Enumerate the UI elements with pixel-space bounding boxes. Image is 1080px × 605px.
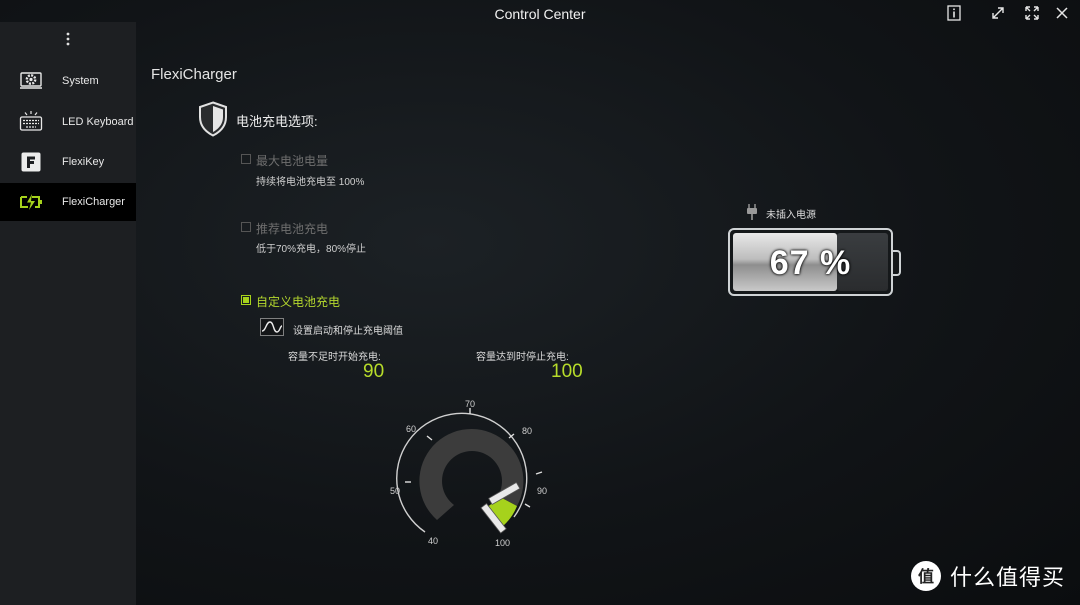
- max-battery-checkbox[interactable]: [241, 154, 251, 164]
- flexikey-icon: [18, 149, 44, 175]
- threshold-description: 设置启动和停止充电阈值: [293, 326, 403, 337]
- recommended-charge-label[interactable]: 推荐电池充电: [256, 220, 328, 237]
- sidebar-item-label: FlexiCharger: [62, 196, 125, 208]
- info-button[interactable]: [944, 4, 964, 22]
- custom-charge-checkbox[interactable]: [241, 295, 251, 305]
- title-bar: Control Center: [0, 0, 1080, 28]
- close-button[interactable]: [1052, 4, 1072, 22]
- sidebar: System LED Keyboard FlexiKey FlexiCharge…: [0, 22, 136, 605]
- charge-options-title: 电池充电选项:: [236, 114, 318, 129]
- svg-text:值: 值: [918, 567, 934, 586]
- power-status-text: 未插入电源: [766, 210, 816, 221]
- close-icon: [1056, 7, 1068, 19]
- gear-icon: [18, 68, 44, 94]
- sidebar-item-system[interactable]: System: [0, 62, 136, 100]
- gauge-tick-label: 90: [537, 486, 548, 496]
- fullscreen-button[interactable]: [1022, 4, 1042, 22]
- sidebar-item-flexicharger[interactable]: FlexiCharger: [0, 183, 136, 221]
- battery-indicator: 67 %: [728, 228, 893, 296]
- gauge-tick-label: 80: [522, 426, 533, 436]
- custom-charge-label[interactable]: 自定义电池充电: [256, 293, 340, 310]
- sidebar-item-label: LED Keyboard: [62, 116, 134, 128]
- sidebar-item-flexikey[interactable]: FlexiKey: [0, 143, 136, 181]
- window-title: Control Center: [494, 6, 586, 22]
- start-charge-value: 90: [363, 361, 385, 382]
- max-battery-label[interactable]: 最大电池电量: [256, 152, 328, 169]
- sidebar-item-label: System: [62, 75, 99, 87]
- gauge-tick-label: 60: [406, 424, 417, 434]
- recommended-charge-checkbox[interactable]: [241, 222, 251, 232]
- more-options-button[interactable]: [60, 32, 76, 48]
- battery-percentage: 67 %: [769, 244, 852, 282]
- threshold-wave-icon: [260, 318, 284, 341]
- battery-cap: [893, 250, 901, 276]
- gauge-tick-label: 100: [495, 538, 511, 548]
- shield-icon: [197, 101, 229, 142]
- sidebar-item-led-keyboard[interactable]: LED Keyboard: [0, 103, 136, 141]
- gauge-tick-label: 40: [428, 536, 439, 546]
- gauge-tick-label: 50: [390, 486, 401, 496]
- keyboard-icon: [18, 109, 44, 135]
- max-battery-desc: 持续将电池充电至 100%: [256, 177, 365, 188]
- sidebar-item-label: FlexiKey: [62, 156, 105, 168]
- battery-charge-icon: [18, 189, 44, 215]
- watermark-text: 什么值得买: [950, 565, 1066, 590]
- stop-charge-value: 100: [551, 361, 583, 382]
- info-icon: [947, 5, 961, 21]
- plug-icon: [745, 203, 759, 226]
- smzdm-logo-icon: 值: [911, 561, 941, 591]
- watermark: 值 什么值得买: [910, 560, 1065, 592]
- gauge-tick-label: 70: [465, 399, 476, 409]
- kebab-icon: [66, 32, 70, 46]
- restore-button[interactable]: [988, 4, 1008, 22]
- page-title: FlexiCharger: [151, 66, 237, 83]
- threshold-gauge[interactable]: [370, 392, 550, 557]
- recommended-charge-desc: 低于70%充电，80%停止: [256, 244, 367, 255]
- fullscreen-icon: [1025, 6, 1039, 20]
- restore-icon: [992, 7, 1004, 19]
